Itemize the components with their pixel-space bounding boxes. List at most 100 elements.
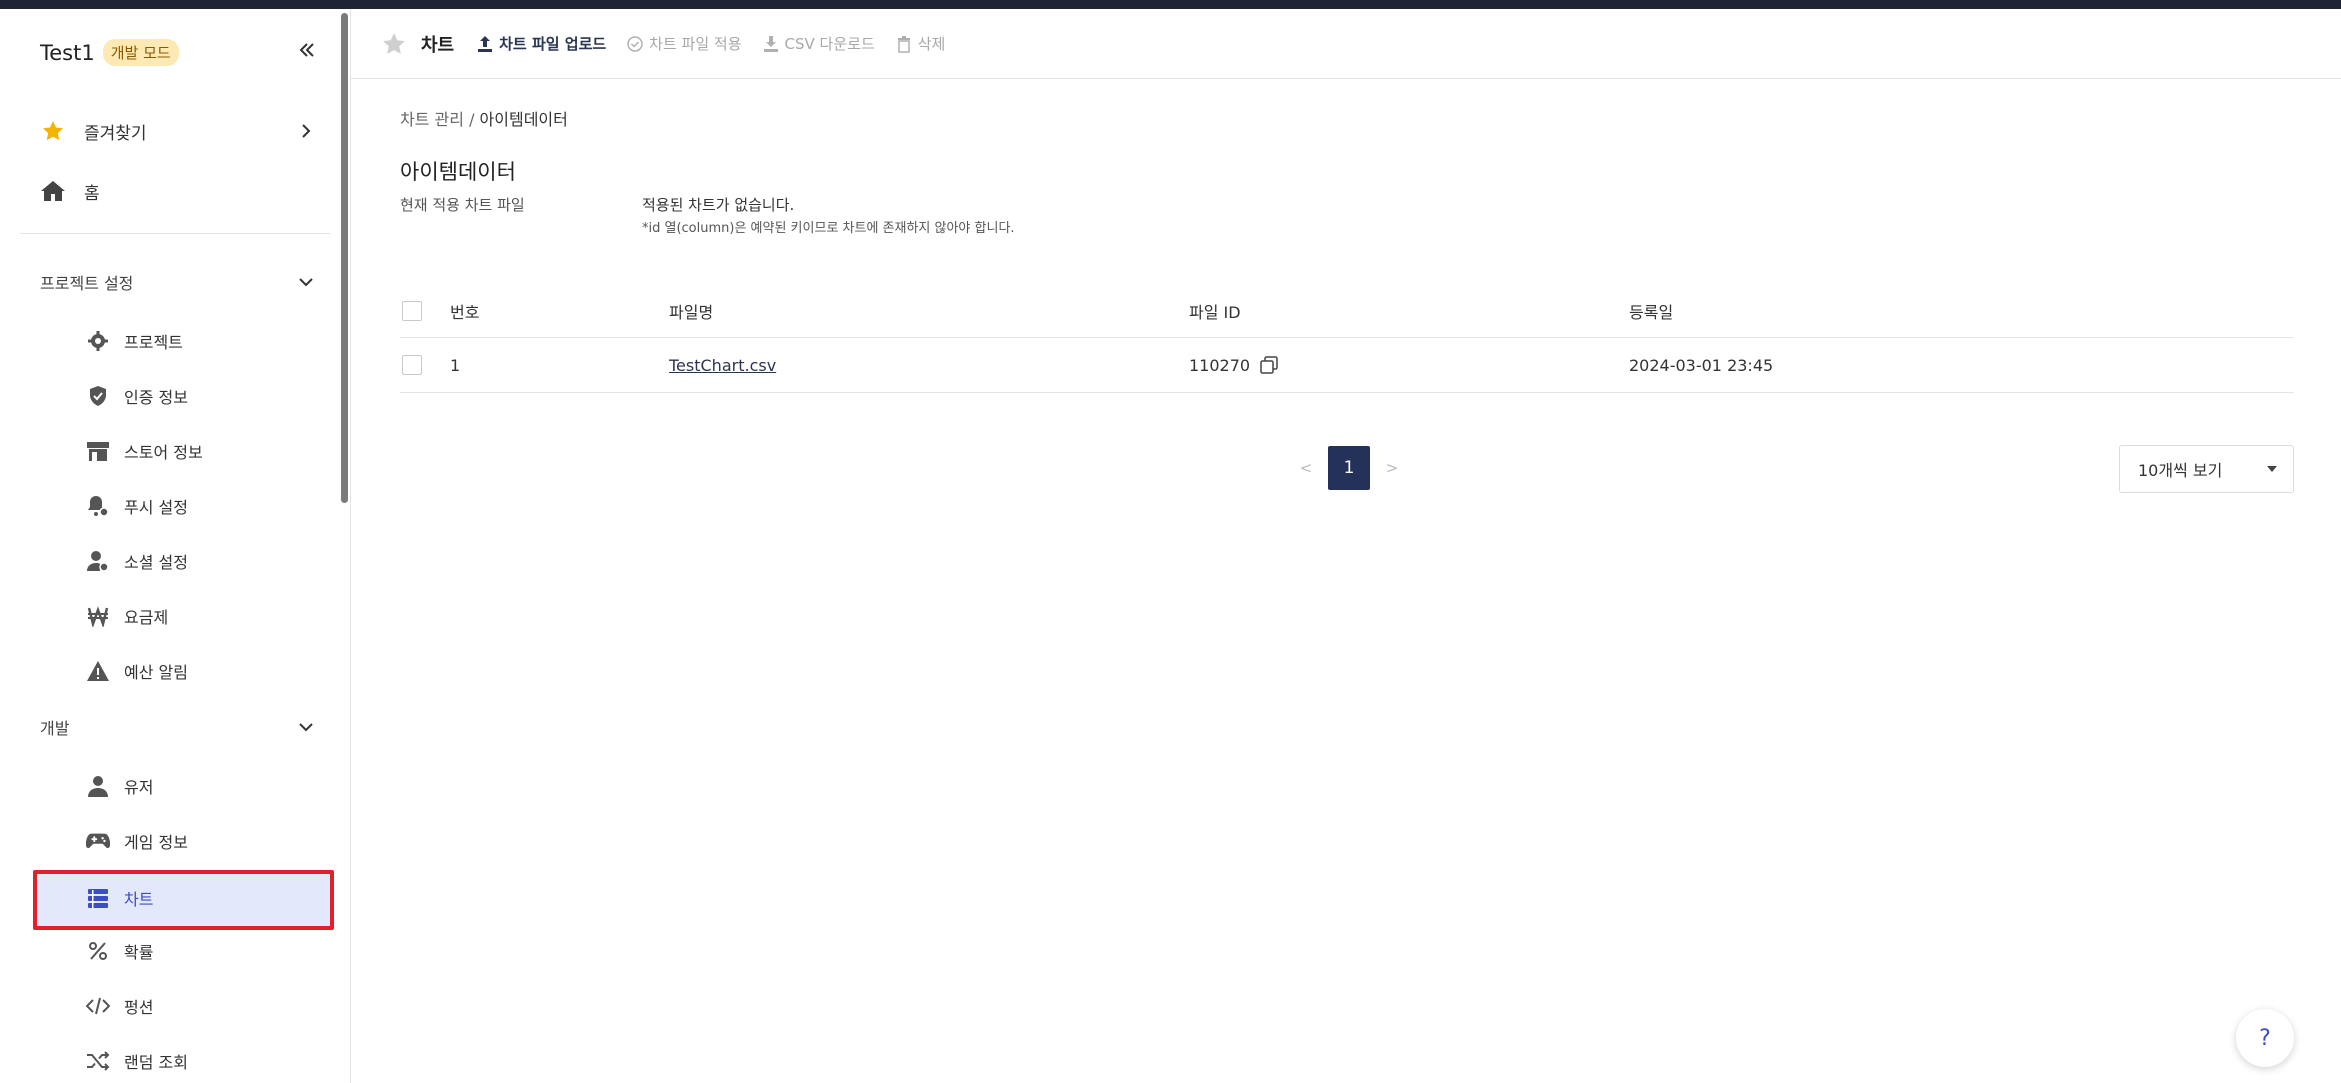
star-icon	[40, 118, 66, 144]
reserved-key-note: *id 열(column)은 예약된 키이므로 차트에 존재하지 않아야 합니다…	[642, 221, 1015, 236]
select-all-cell	[402, 284, 422, 337]
sidebar-item-push[interactable]: 푸시 설정	[86, 486, 326, 526]
sidebar-scrollbar[interactable]	[341, 13, 348, 503]
caret-down-icon	[2267, 466, 2277, 472]
apply-chart-label: 차트 파일 적용	[649, 35, 742, 53]
row-checkbox[interactable]	[402, 355, 422, 375]
download-icon	[762, 35, 780, 53]
header-date: 등록일	[1629, 302, 1674, 322]
sidebar-item-label: 소셜 설정	[124, 553, 188, 572]
collapse-sidebar-icon[interactable]	[296, 39, 318, 61]
project-name[interactable]: Test1	[40, 41, 95, 65]
prev-page-button[interactable]: <	[1296, 459, 1316, 477]
row-select-cell	[402, 338, 422, 392]
breadcrumb-separator: /	[469, 110, 475, 129]
sidebar-item-label: 유저	[124, 778, 154, 797]
page-size-value: 10개씩 보기	[2138, 461, 2223, 480]
toolbar: 차트 차트 파일 업로드 차트 파일 적용 CSV 다운로드 삭제	[351, 9, 2341, 79]
delete-label: 삭제	[917, 35, 946, 53]
sidebar-item-pricing[interactable]: 요금제	[86, 596, 326, 636]
shuffle-icon	[86, 1049, 110, 1073]
page-number-current[interactable]: 1	[1328, 446, 1370, 490]
check-circle-icon	[626, 35, 644, 53]
sidebar-item-social[interactable]: 소셜 설정	[86, 541, 326, 581]
apply-chart-button[interactable]: 차트 파일 적용	[626, 33, 742, 54]
user-gear-icon	[86, 549, 110, 573]
applied-chart-value: 적용된 차트가 없습니다.	[642, 196, 795, 214]
table-row: 1 TestChart.csv 110270 2024-03-01 23:45	[400, 338, 2294, 393]
page-title: 아이템데이터	[400, 160, 516, 184]
sidebar-item-label: 랜덤 조회	[124, 1053, 188, 1072]
nav-favorites[interactable]: 즐겨찾기	[40, 111, 316, 151]
window-top-bar	[0, 0, 2341, 9]
chart-file-table: 번호 파일명 파일 ID 등록일 1 TestChart.csv 110270 …	[400, 284, 2294, 393]
file-link[interactable]: TestChart.csv	[669, 356, 776, 375]
warning-icon	[86, 659, 110, 683]
csv-download-button[interactable]: CSV 다운로드	[762, 33, 875, 54]
table-header: 번호 파일명 파일 ID 등록일	[400, 284, 2294, 338]
sidebar-item-user[interactable]: 유저	[86, 766, 326, 806]
chevron-down-icon	[299, 723, 313, 732]
sidebar-item-budget-alert[interactable]: 예산 알림	[86, 651, 326, 691]
trash-icon	[895, 35, 913, 53]
nav-home[interactable]: 홈	[40, 171, 316, 211]
sidebar-item-label: 확률	[124, 943, 154, 962]
row-no: 1	[450, 355, 461, 375]
select-all-checkbox[interactable]	[402, 300, 422, 321]
sidebar-item-function[interactable]: 펑션	[86, 986, 326, 1026]
sidebar-item-label: 인증 정보	[124, 388, 188, 407]
section-label: 프로젝트 설정	[40, 274, 134, 293]
row-filename-cell: TestChart.csv	[669, 338, 776, 392]
sidebar-item-game-info[interactable]: 게임 정보	[86, 821, 326, 861]
sidebar-item-store[interactable]: 스토어 정보	[86, 431, 326, 471]
star-outline-icon[interactable]	[381, 31, 407, 57]
bell-gear-icon	[86, 494, 110, 518]
header-filename: 파일명	[669, 302, 714, 322]
upload-chart-button[interactable]: 차트 파일 업로드	[476, 33, 606, 54]
sidebar-item-label: 스토어 정보	[124, 443, 203, 462]
copy-icon[interactable]	[1260, 356, 1278, 374]
gamepad-icon	[86, 829, 110, 853]
shield-check-icon	[86, 384, 110, 408]
csv-download-label: CSV 다운로드	[784, 35, 875, 53]
nav-home-label: 홈	[84, 183, 100, 204]
sidebar-divider	[20, 233, 330, 234]
sidebar: Test1 개발 모드 즐겨찾기 홈 프로젝트 설정 프로젝트 인증 정보 스토…	[0, 9, 351, 1083]
home-icon	[40, 178, 66, 204]
row-fileid-cell: 110270	[1189, 338, 1278, 392]
won-icon	[86, 604, 110, 628]
upload-icon	[476, 35, 494, 53]
row-date: 2024-03-01 23:45	[1629, 355, 1774, 375]
applied-chart-label: 현재 적용 차트 파일	[400, 196, 525, 214]
header-no: 번호	[450, 302, 480, 322]
section-development[interactable]: 개발	[40, 709, 316, 745]
nav-favorites-label: 즐겨찾기	[84, 123, 147, 144]
row-fileid: 110270	[1189, 355, 1251, 375]
toolbar-title: 차트	[421, 34, 455, 56]
code-icon	[86, 994, 110, 1018]
user-icon	[86, 774, 110, 798]
breadcrumb: 차트 관리 / 아이템데이터	[400, 106, 568, 130]
sidebar-item-label: 예산 알림	[124, 663, 188, 682]
sidebar-item-label: 프로젝트	[124, 333, 183, 352]
mode-badge: 개발 모드	[102, 39, 179, 66]
header-fileid: 파일 ID	[1189, 302, 1241, 322]
sidebar-item-label: 차트	[124, 890, 154, 909]
sidebar-item-label: 펑션	[124, 998, 154, 1017]
pagination: < 1 >	[1296, 446, 1402, 490]
project-header: Test1 개발 모드	[40, 39, 179, 66]
sidebar-item-probability[interactable]: 확률	[86, 931, 326, 971]
sidebar-item-auth[interactable]: 인증 정보	[86, 376, 326, 416]
sidebar-item-project[interactable]: 프로젝트	[86, 321, 326, 361]
help-button[interactable]: ?	[2236, 1009, 2294, 1067]
page-size-select[interactable]: 10개씩 보기	[2119, 445, 2294, 493]
next-page-button[interactable]: >	[1382, 459, 1402, 477]
sidebar-item-label: 푸시 설정	[124, 498, 188, 517]
breadcrumb-parent[interactable]: 차트 관리	[400, 110, 464, 129]
section-project-settings[interactable]: 프로젝트 설정	[40, 264, 316, 300]
sidebar-item-random[interactable]: 랜덤 조회	[86, 1041, 326, 1081]
delete-button[interactable]: 삭제	[895, 33, 946, 54]
sidebar-item-chart[interactable]: 차트	[86, 878, 326, 918]
store-icon	[86, 439, 110, 463]
sidebar-item-label: 요금제	[124, 608, 169, 627]
